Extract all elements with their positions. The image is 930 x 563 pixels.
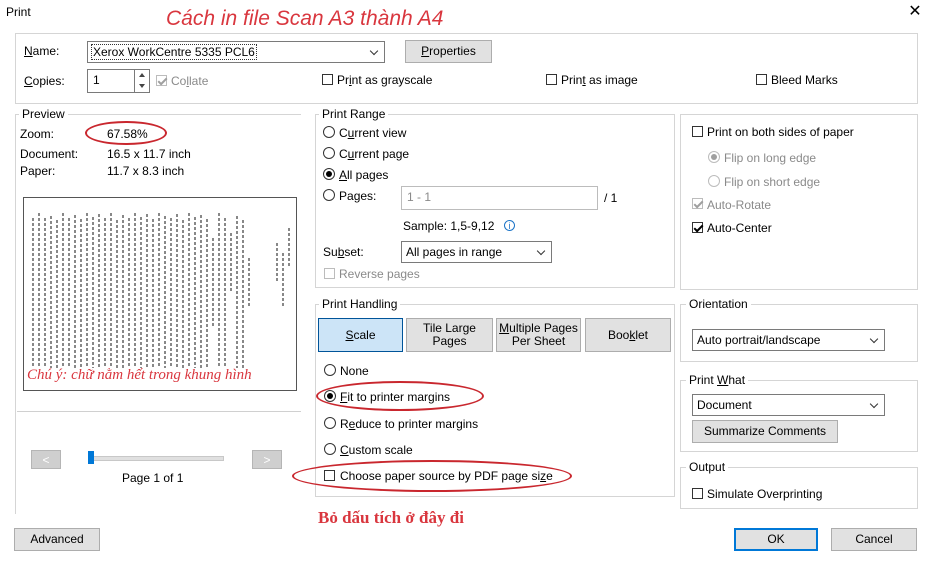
printer-name-value: Xerox WorkCentre 5335 PCL6 xyxy=(91,44,257,60)
close-icon[interactable]: ✕ xyxy=(905,3,925,21)
chevron-down-icon xyxy=(535,242,547,262)
flip-long-edge-label: Flip on long edge xyxy=(724,151,817,165)
all-pages-radio[interactable] xyxy=(323,168,335,180)
copies-input[interactable]: 1 xyxy=(87,69,135,93)
both-sides-checkbox[interactable] xyxy=(692,126,703,137)
all-pages-label: All pages xyxy=(339,168,389,182)
current-page-label: Current page xyxy=(339,147,410,161)
ok-button[interactable]: OK xyxy=(734,528,818,551)
orientation-select[interactable]: Auto portrait/landscape xyxy=(692,329,885,351)
paper-label: Paper: xyxy=(20,164,56,178)
preview-annotation-note: Chú ý: chữ nằm hết trong khung hình xyxy=(27,367,252,383)
auto-center-checkbox[interactable] xyxy=(692,222,703,233)
current-page-radio[interactable] xyxy=(323,147,335,159)
collate-checkbox[interactable] xyxy=(156,75,167,86)
annotation-heading: Cách in file Scan A3 thành A4 xyxy=(166,7,444,30)
grayscale-label: Print as grayscale xyxy=(337,73,433,87)
subset-value: All pages in range xyxy=(406,245,503,259)
custom-scale-label: Custom scale xyxy=(340,443,413,457)
current-view-radio[interactable] xyxy=(323,126,335,138)
simulate-overprinting-label: Simulate Overprinting xyxy=(707,487,823,501)
stepper-down-icon[interactable] xyxy=(139,84,145,88)
reverse-pages-label: Reverse pages xyxy=(339,267,420,281)
bleed-marks-checkbox[interactable] xyxy=(756,74,767,85)
paper-value: 11.7 x 8.3 inch xyxy=(107,164,185,178)
zoom-label: Zoom: xyxy=(20,127,55,141)
auto-center-label: Auto-Center xyxy=(707,221,772,235)
auto-rotate-label: Auto-Rotate xyxy=(707,198,772,212)
flip-long-edge-radio[interactable] xyxy=(708,151,720,163)
info-icon[interactable]: i xyxy=(504,220,515,231)
window-title: Print xyxy=(6,5,31,19)
scale-none-label: None xyxy=(340,364,369,378)
zoom-value: 67.58% xyxy=(107,127,148,141)
prev-page-button[interactable]: < xyxy=(31,450,61,469)
chevron-down-icon xyxy=(868,395,880,415)
scale-none-radio[interactable] xyxy=(324,364,336,376)
cancel-button[interactable]: Cancel xyxy=(831,528,917,551)
subset-label: Subset: xyxy=(323,245,364,259)
both-sides-label: Print on both sides of paper xyxy=(707,125,854,139)
copies-label: Copies: xyxy=(24,74,65,88)
chevron-down-icon xyxy=(868,330,880,350)
output-legend: Output xyxy=(686,460,729,474)
page-slider-thumb[interactable] xyxy=(88,451,94,464)
tab-booklet[interactable]: Booklet xyxy=(585,318,671,352)
grayscale-checkbox[interactable] xyxy=(322,74,333,85)
preview-page-thumbnail xyxy=(23,197,297,391)
next-page-button[interactable]: > xyxy=(252,450,282,469)
custom-scale-radio[interactable] xyxy=(324,443,336,455)
print-as-image-checkbox[interactable] xyxy=(546,74,557,85)
simulate-overprinting-checkbox[interactable] xyxy=(692,488,703,499)
paper-source-label: Choose paper source by PDF page size xyxy=(340,469,553,483)
summarize-comments-button[interactable]: Summarize Comments xyxy=(692,420,838,443)
pages-radio[interactable] xyxy=(323,189,335,201)
print-what-legend: Print What xyxy=(686,373,749,387)
advanced-button[interactable]: Advanced xyxy=(14,528,100,551)
uncheck-annotation-note: Bỏ dấu tích ở đây đi xyxy=(318,508,464,527)
chevron-down-icon xyxy=(368,42,380,62)
tab-tile-large-pages[interactable]: Tile Large Pages xyxy=(406,318,493,352)
stepper-up-icon[interactable] xyxy=(139,73,145,77)
pages-label: Pages: xyxy=(339,189,377,203)
pages-total: / 1 xyxy=(604,191,618,205)
auto-rotate-checkbox[interactable] xyxy=(692,198,703,209)
print-what-value: Document xyxy=(697,398,752,412)
reduce-to-margins-label: Reduce to printer margins xyxy=(340,417,479,431)
flip-short-edge-label: Flip on short edge xyxy=(724,175,821,189)
subset-select[interactable]: All pages in range xyxy=(401,241,552,263)
copies-stepper[interactable] xyxy=(135,69,150,93)
orientation-value: Auto portrait/landscape xyxy=(697,333,821,347)
bleed-marks-label: Bleed Marks xyxy=(771,73,838,87)
pages-sample: Sample: 1,5-9,12 xyxy=(403,219,495,233)
print-range-legend: Print Range xyxy=(319,107,389,121)
orientation-legend: Orientation xyxy=(686,297,751,311)
copies-value: 1 xyxy=(93,73,100,87)
tab-multiple-pages[interactable]: Multiple Pages Per Sheet xyxy=(496,318,581,352)
name-label: Name: xyxy=(24,44,60,58)
preview-divider xyxy=(17,411,301,412)
current-view-label: Current view xyxy=(339,126,407,140)
properties-button[interactable]: Properties xyxy=(405,40,492,63)
print-handling-legend: Print Handling xyxy=(319,297,401,311)
page-slider-track[interactable] xyxy=(88,456,224,461)
page-indicator: Page 1 of 1 xyxy=(122,471,184,485)
print-what-select[interactable]: Document xyxy=(692,394,885,416)
preview-legend: Preview xyxy=(19,107,68,121)
document-label: Document: xyxy=(20,147,79,161)
pages-input[interactable]: 1 - 1 xyxy=(401,186,598,210)
fit-to-margins-label: Fit to printer margins xyxy=(340,390,451,404)
flip-short-edge-radio[interactable] xyxy=(708,175,720,187)
tab-scale[interactable]: Scale xyxy=(318,318,403,352)
pages-input-value: 1 - 1 xyxy=(407,190,432,204)
document-value: 16.5 x 11.7 inch xyxy=(107,147,191,161)
fit-to-margins-radio[interactable] xyxy=(324,390,336,402)
paper-source-checkbox[interactable] xyxy=(324,470,335,481)
printer-name-select[interactable]: Xerox WorkCentre 5335 PCL6 xyxy=(87,41,385,63)
collate-label: Collate xyxy=(171,74,209,88)
reverse-pages-checkbox[interactable] xyxy=(324,268,335,279)
print-as-image-label: Print as image xyxy=(561,73,638,87)
reduce-to-margins-radio[interactable] xyxy=(324,417,336,429)
